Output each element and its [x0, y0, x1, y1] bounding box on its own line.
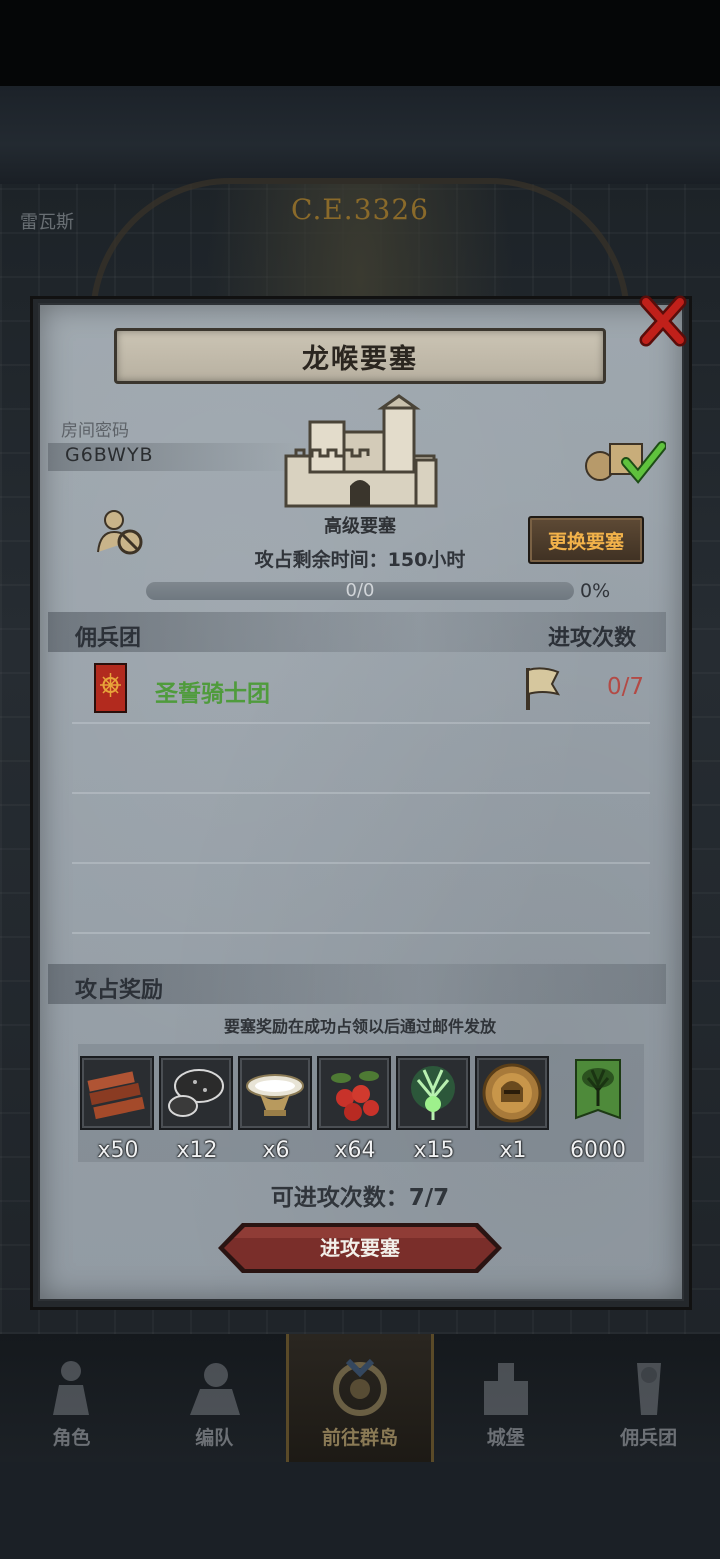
- row-divider: [72, 792, 650, 794]
- era-label: C.E.3326: [291, 193, 429, 226]
- fortress-castle-icon: [284, 394, 438, 508]
- flag-icon: [526, 667, 561, 710]
- capture-time-remaining: 攻占剩余时间：150小时: [254, 549, 466, 571]
- fortress-type-label: 高级要塞: [324, 516, 396, 537]
- no-entry-person-icon[interactable]: [96, 508, 144, 556]
- modal-title: 龙喉要塞: [302, 343, 418, 375]
- nav-label: 角色: [52, 1427, 91, 1449]
- mercenary-header-right: 进攻次数: [548, 626, 637, 651]
- castle-icon: [483, 1363, 528, 1415]
- mercenary-icon: [636, 1363, 661, 1415]
- mercenary-attack-count: 0/7: [606, 674, 644, 700]
- modal-title-plate: 龙喉要塞: [114, 328, 606, 384]
- formation-icon: [190, 1363, 241, 1415]
- status-bar-area: [0, 0, 720, 86]
- mercenary-header-left: 佣兵团: [75, 626, 142, 651]
- compass-icon: [332, 1358, 387, 1416]
- row-divider: [72, 722, 650, 724]
- reward-header: 攻占奖励: [75, 978, 164, 1003]
- top-header-band: [0, 86, 720, 184]
- reward-qty: x12: [176, 1138, 218, 1163]
- reward-item[interactable]: x6: [238, 1056, 314, 1163]
- reward-qty: x6: [262, 1138, 290, 1163]
- bottom-navigation: 角色 编队 前往群岛 城堡 佣兵团: [0, 1334, 720, 1462]
- capture-progress-text: 0/0: [345, 580, 375, 601]
- reward-item[interactable]: x15: [396, 1056, 472, 1163]
- tree-banner-icon: [575, 1059, 621, 1120]
- reward-qty: x15: [413, 1138, 455, 1163]
- reward-qty: 6000: [570, 1138, 626, 1163]
- nav-item-mercenary[interactable]: 佣兵团: [577, 1334, 720, 1462]
- reward-item[interactable]: x64: [317, 1056, 393, 1163]
- knight-helmet-medal-icon: [482, 1063, 542, 1123]
- nav-label: 编队: [195, 1427, 234, 1449]
- mercenary-name[interactable]: 圣誓骑士团: [155, 674, 270, 708]
- change-fortress-label: 更换要塞: [547, 530, 624, 553]
- attack-fortress-label: 进攻要塞: [320, 1236, 400, 1260]
- nav-label: 佣兵团: [620, 1427, 678, 1449]
- reward-item[interactable]: x1: [475, 1056, 551, 1163]
- mercenary-banner-icon: [94, 663, 127, 713]
- nav-label: 前往群岛: [321, 1427, 398, 1449]
- room-code-label: 房间密码: [61, 421, 129, 441]
- row-divider: [72, 932, 650, 934]
- row-divider: [72, 862, 650, 864]
- close-icon[interactable]: [636, 294, 690, 350]
- wood-planks-icon: [87, 1071, 145, 1120]
- reward-qty: x50: [97, 1138, 139, 1163]
- capture-progress-percent: 0%: [580, 580, 611, 602]
- reward-item[interactable]: x12: [159, 1056, 235, 1163]
- nav-label: 城堡: [486, 1427, 525, 1449]
- knight-icon: [53, 1361, 90, 1415]
- reward-qty: x64: [334, 1138, 376, 1163]
- supply-bag-check-icon[interactable]: [584, 432, 666, 484]
- remaining-attack-times: 可进攻次数：7/7: [270, 1185, 450, 1211]
- nav-item-character[interactable]: 角色: [0, 1334, 143, 1462]
- green-spirit-tree-icon: [411, 1066, 455, 1120]
- attack-fortress-button[interactable]: 进攻要塞: [216, 1221, 504, 1275]
- map-town-label: 雷瓦斯: [20, 212, 74, 233]
- stone-ore-icon: [168, 1069, 224, 1117]
- nav-item-archipelago[interactable]: 前往群岛: [285, 1334, 435, 1462]
- reward-note: 要塞奖励在成功占领以后通过邮件发放: [223, 1017, 496, 1036]
- nav-item-castle[interactable]: 城堡: [434, 1334, 577, 1462]
- bottom-band: [0, 1462, 720, 1559]
- red-berries-icon: [331, 1071, 379, 1121]
- nav-item-formation[interactable]: 编队: [143, 1334, 286, 1462]
- change-fortress-button[interactable]: 更换要塞: [528, 516, 644, 564]
- reward-item[interactable]: x50: [80, 1056, 156, 1163]
- reward-item[interactable]: 6000: [560, 1056, 636, 1163]
- room-code-value[interactable]: G6BWYB: [65, 444, 154, 466]
- reward-qty: x1: [499, 1138, 527, 1163]
- white-bowl-icon: [246, 1074, 304, 1116]
